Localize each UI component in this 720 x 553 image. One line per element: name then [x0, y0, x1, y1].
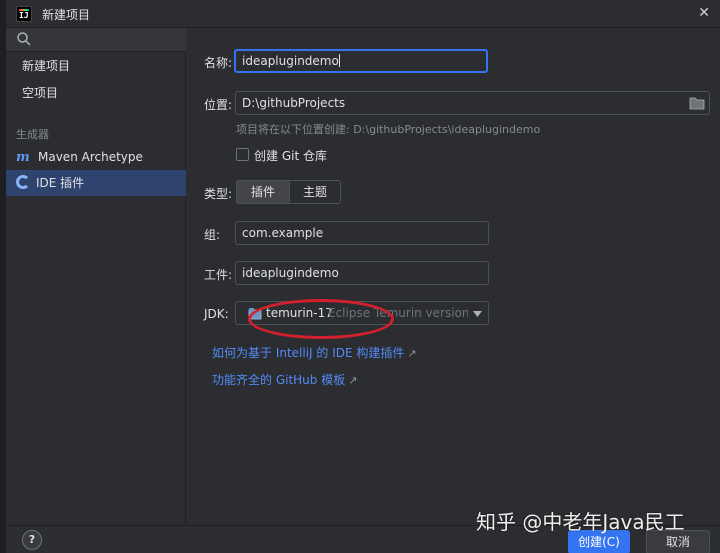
location-field[interactable]: D:\githubProjects [235, 91, 710, 115]
type-option-plugin[interactable]: 插件 [236, 180, 290, 204]
jdk-folder-icon [248, 308, 262, 320]
external-link-icon: ↗ [348, 374, 358, 387]
app-icon-text: IJ [19, 11, 29, 20]
group-value: com.example [242, 226, 324, 240]
location-label: 位置: [204, 98, 233, 112]
sidebar: 新建项目 空项目 生成器 m Maven Archetype IDE 插件 [6, 28, 186, 525]
link-label: 如何为基于 IntelliJ 的 IDE 构建插件 [212, 346, 405, 360]
generators-group-label: 生成器 [16, 128, 49, 141]
jdk-select[interactable]: temurin-17 Eclipse Temurin version 17 [235, 301, 489, 325]
type-label: 类型: [204, 187, 233, 201]
help-button[interactable]: ? [22, 530, 42, 550]
location-value: D:\githubProjects [242, 96, 346, 110]
name-value: ideaplugindemo [242, 54, 339, 68]
sidebar-item-label: IDE 插件 [36, 176, 85, 190]
search-icon [17, 32, 31, 46]
sidebar-search[interactable] [6, 28, 186, 52]
artifact-value: ideaplugindemo [242, 266, 339, 280]
sidebar-item-ide-plugin[interactable]: IDE 插件 [6, 170, 186, 196]
intellij-app-icon: IJ [16, 6, 32, 22]
name-field[interactable]: ideaplugindemo [234, 49, 488, 73]
link-github-template[interactable]: 功能齐全的 GitHub 模板 ↗ [212, 371, 357, 388]
name-label: 名称: [204, 56, 233, 70]
create-git-label[interactable]: 创建 Git 仓库 [254, 147, 327, 164]
ide-plugin-icon [16, 175, 30, 189]
new-project-dialog: IJ 新建项目 ✕ 新建项目 空项目 生成器 m Maven Archetype … [6, 0, 720, 553]
type-option-theme[interactable]: 主题 [289, 180, 341, 204]
maven-icon: m [16, 150, 30, 165]
artifact-field[interactable]: ideaplugindemo [235, 261, 489, 285]
external-link-icon: ↗ [407, 347, 417, 360]
watermark: 知乎 @中老年Java民工 [476, 510, 685, 534]
chevron-down-icon [473, 311, 482, 317]
group-label: 组: [204, 228, 221, 242]
location-hint: 项目将在以下位置创建: D:\githubProjects\ideaplugin… [236, 123, 541, 136]
close-icon[interactable]: ✕ [698, 5, 710, 21]
artifact-label: 工件: [204, 268, 233, 282]
text-caret [338, 54, 340, 67]
group-field[interactable]: com.example [235, 221, 489, 245]
create-git-checkbox[interactable] [236, 148, 249, 161]
link-build-plugin-guide[interactable]: 如何为基于 IntelliJ 的 IDE 构建插件 ↗ [212, 344, 417, 361]
sidebar-item-empty-project[interactable]: 空项目 [6, 80, 186, 106]
sidebar-item-label: Maven Archetype [38, 150, 143, 164]
link-label: 功能齐全的 GitHub 模板 [212, 373, 346, 387]
sidebar-item-maven-archetype[interactable]: m Maven Archetype [6, 144, 186, 170]
dialog-title: 新建项目 [42, 8, 91, 22]
title-bar: IJ 新建项目 ✕ [6, 0, 720, 28]
folder-icon[interactable] [689, 96, 705, 110]
jdk-label: JDK: [204, 307, 229, 321]
project-form: 名称: ideaplugindemo 位置: D:\githubProjects… [186, 28, 720, 525]
jdk-name: temurin-17 [266, 306, 333, 320]
jdk-detail: Eclipse Temurin version 17 [328, 306, 468, 320]
sidebar-item-new-project[interactable]: 新建项目 [6, 53, 186, 79]
